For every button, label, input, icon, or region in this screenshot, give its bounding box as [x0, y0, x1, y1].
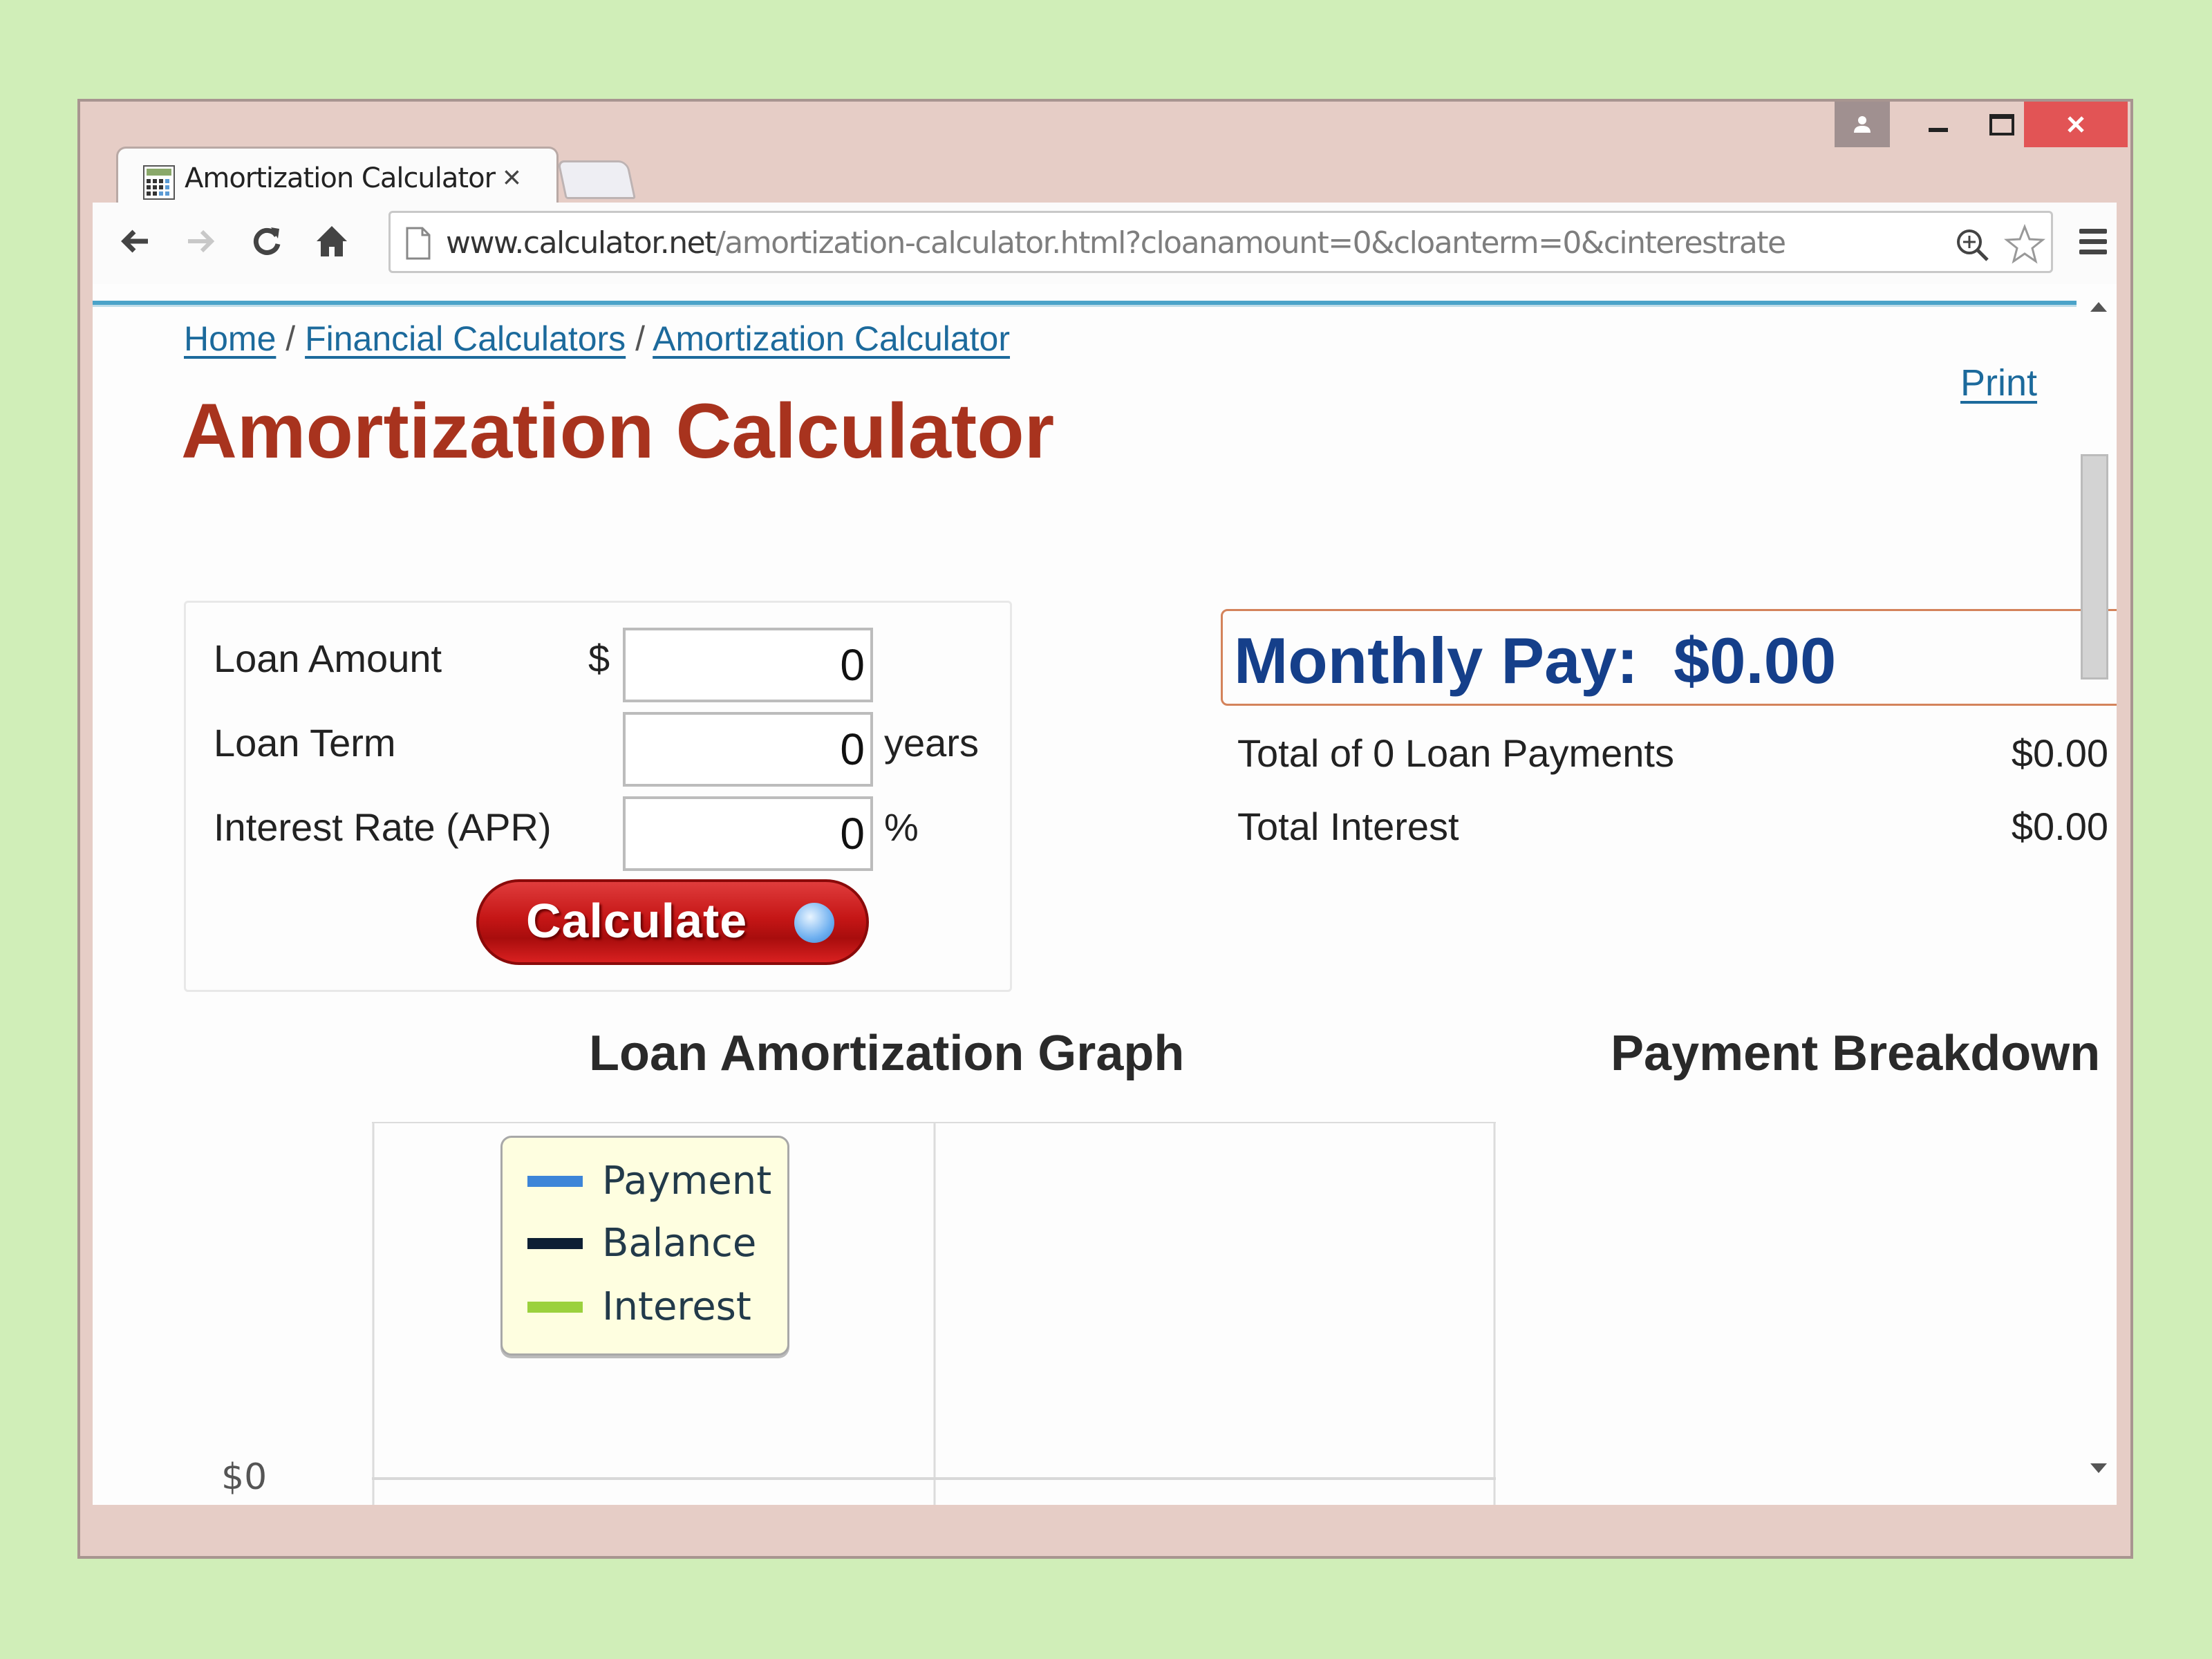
reload-icon[interactable]	[246, 221, 288, 262]
site-header-line	[93, 301, 2077, 307]
total-payments-value: $0.00	[2011, 731, 2108, 775]
menu-icon[interactable]	[2072, 221, 2114, 262]
vertical-scrollbar-thumb[interactable]	[2081, 454, 2108, 679]
loan-term-label: Loan Term	[214, 721, 396, 765]
total-interest-label: Total Interest	[1237, 805, 1459, 848]
maximize-button[interactable]	[1974, 102, 2030, 147]
breadcrumb-separator: /	[285, 319, 296, 358]
print-link[interactable]: Print	[1960, 362, 2037, 404]
total-interest-row: Total Interest $0.00	[1237, 804, 2108, 849]
loan-term-unit: years	[884, 721, 979, 765]
monthly-pay-label: Monthly Pay:	[1234, 624, 1638, 697]
total-payments-row: Total of 0 Loan Payments $0.00	[1237, 731, 2108, 776]
close-window-button[interactable]	[2024, 102, 2128, 147]
forward-icon[interactable]	[180, 221, 221, 262]
calculator-form: Loan Amount $ 0 Loan Term 0 years Intere…	[184, 601, 1012, 992]
scroll-up-arrow[interactable]	[2090, 302, 2107, 312]
scroll-down-arrow[interactable]	[2090, 1463, 2107, 1473]
loan-amount-input[interactable]: 0	[623, 628, 873, 702]
total-payments-label: Total of 0 Loan Payments	[1237, 731, 1674, 775]
browser-tab[interactable]: Amortization Calculator ×	[116, 147, 559, 205]
tab-title: Amortization Calculator	[185, 162, 496, 194]
page-icon	[406, 227, 431, 260]
interest-rate-unit: %	[884, 805, 919, 849]
breadcrumb: Home / Financial Calculators / Amortizat…	[184, 319, 1010, 359]
url-host: www.calculator.net	[446, 225, 716, 261]
address-bar[interactable]: www.calculator.net/amortization-calculat…	[388, 211, 2053, 273]
browser-toolbar: www.calculator.net/amortization-calculat…	[93, 203, 2117, 286]
breadcrumb-amortization-calculator[interactable]: Amortization Calculator	[653, 319, 1010, 358]
browser-window: Amortization Calculator × www.calculator…	[77, 99, 2133, 1559]
url-text: www.calculator.net/amortization-calculat…	[446, 225, 1786, 261]
calculate-button[interactable]: Calculate	[476, 879, 869, 965]
user-profile-button[interactable]	[1835, 102, 1890, 147]
legend-item-interest: Interest	[527, 1284, 751, 1329]
legend-label: Balance	[602, 1221, 757, 1266]
legend-item-balance: Balance	[527, 1221, 756, 1266]
interest-swatch	[527, 1301, 583, 1313]
breadcrumb-financial-calculators[interactable]: Financial Calculators	[305, 319, 626, 358]
interest-rate-input[interactable]: 0	[623, 796, 873, 871]
tab-close-button[interactable]: ×	[503, 158, 521, 196]
zoom-icon[interactable]	[1954, 227, 1991, 264]
calculate-label: Calculate	[526, 894, 748, 948]
home-icon[interactable]	[311, 221, 353, 262]
url-path: /amortization-calculator.html?cloanamoun…	[715, 225, 1786, 261]
minimize-icon	[1929, 128, 1948, 132]
maximize-icon	[1989, 113, 2014, 135]
user-icon	[1854, 116, 1871, 133]
page-title: Amortization Calculator	[181, 388, 1055, 474]
loan-term-input[interactable]: 0	[623, 712, 873, 787]
breadcrumb-separator: /	[635, 319, 645, 358]
currency-prefix: $	[588, 637, 610, 680]
y-tick-label: $0	[221, 1456, 268, 1498]
minimize-button[interactable]	[1912, 102, 1965, 147]
close-icon	[2068, 116, 2084, 133]
new-tab-button[interactable]	[557, 160, 636, 199]
monthly-pay-box: Monthly Pay: $0.00	[1221, 609, 2117, 706]
legend-label: Interest	[602, 1284, 751, 1329]
chart-legend: Payment Balance Interest	[500, 1136, 789, 1356]
loan-amount-label: Loan Amount	[214, 637, 442, 680]
balance-swatch	[527, 1237, 583, 1249]
back-icon[interactable]	[115, 221, 156, 262]
breadcrumb-home[interactable]: Home	[184, 319, 276, 358]
total-interest-value: $0.00	[2011, 805, 2108, 848]
payment-swatch	[527, 1175, 583, 1187]
play-icon	[794, 903, 834, 943]
breakdown-title: Payment Breakdown	[1611, 1026, 2101, 1081]
monthly-pay-value: $0.00	[1674, 624, 1837, 697]
legend-label: Payment	[602, 1159, 772, 1203]
page-viewport: Home / Financial Calculators / Amortizat…	[93, 284, 2117, 1505]
star-icon[interactable]	[2004, 224, 2045, 265]
calculator-icon	[143, 165, 175, 200]
interest-rate-label: Interest Rate (APR)	[214, 805, 552, 849]
graph-title: Loan Amortization Graph	[589, 1026, 1185, 1081]
legend-item-payment: Payment	[527, 1159, 771, 1203]
